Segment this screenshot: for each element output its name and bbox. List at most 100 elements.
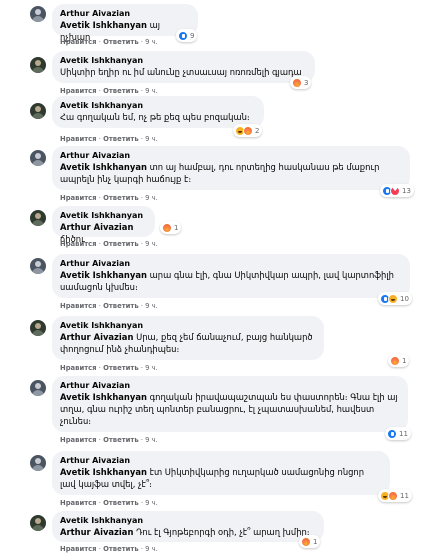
comment-author[interactable]: Avetik Ishkhanyan bbox=[60, 515, 316, 526]
angry-reaction-icon bbox=[243, 125, 253, 136]
like-link[interactable]: Нравится bbox=[60, 240, 97, 248]
reply-link[interactable]: Ответить bbox=[103, 364, 139, 372]
comment-bubble: Avetik Ishkhanyan Հա գողական եմ, ոչ թե ք… bbox=[52, 96, 264, 128]
comment-actions: Нравится · Ответить · 9 ч. bbox=[60, 240, 158, 248]
comment-time[interactable]: 9 ч. bbox=[145, 499, 158, 507]
comment-bubble: Arthur Aivazian Avetik Ishkhanyan էտ Սիկ… bbox=[52, 451, 390, 495]
comment-actions: Нравится · Ответить · 9 ч. bbox=[60, 499, 158, 507]
avatar[interactable] bbox=[30, 210, 46, 226]
avatar[interactable] bbox=[30, 6, 46, 22]
mention-link[interactable]: Arthur Aivazian bbox=[60, 527, 133, 537]
comment-author[interactable]: Arthur Aivazian bbox=[60, 455, 382, 466]
mention-link[interactable]: Arthur Aivazian bbox=[60, 222, 133, 232]
comment-bubble: Avetik Ishkhanyan Arthur Aivazian Սրա, ք… bbox=[52, 316, 324, 360]
avatar[interactable] bbox=[30, 150, 46, 166]
comment-author[interactable]: Arthur Aivazian bbox=[60, 380, 400, 391]
reaction-count: 10 bbox=[400, 294, 409, 303]
reaction-summary[interactable]: 1 bbox=[160, 221, 182, 234]
avatar[interactable] bbox=[30, 320, 46, 336]
reaction-summary[interactable]: 2 bbox=[233, 124, 263, 137]
avatar[interactable] bbox=[30, 455, 46, 471]
comment-bubble: Avetik Ishkhanyan Arthur Aivazian Դու էլ… bbox=[52, 511, 324, 542]
comment-text: Հա գողական եմ, ոչ թե քեզ պես բոզական։ bbox=[60, 112, 250, 122]
reaction-count: 1 bbox=[402, 356, 407, 365]
comment-bubble: Arthur Aivazian Avetik Ishkhanyan գողակա… bbox=[52, 376, 408, 432]
comment-time[interactable]: 9 ч. bbox=[145, 38, 158, 46]
comment-actions: Нравится · Ответить · 9 ч. bbox=[60, 135, 158, 143]
like-link[interactable]: Нравится bbox=[60, 135, 97, 143]
mention-link[interactable]: Arthur Aivazian bbox=[60, 332, 133, 342]
avatar[interactable] bbox=[30, 57, 46, 73]
comment-author[interactable]: Arthur Aivazian bbox=[60, 8, 190, 19]
like-link[interactable]: Нравится bbox=[60, 38, 97, 46]
comment-author[interactable]: Avetik Ishkhanyan bbox=[60, 320, 316, 331]
mention-link[interactable]: Avetik Ishkhanyan bbox=[60, 270, 147, 280]
comment-text: Avetik Ishkhanyan էտ Սիկտիվկարից ուղարկա… bbox=[60, 467, 365, 489]
comment-time[interactable]: 9 ч. bbox=[145, 87, 158, 95]
reply-link[interactable]: Ответить bbox=[103, 240, 139, 248]
reply-link[interactable]: Ответить bbox=[103, 302, 139, 310]
like-link[interactable]: Нравится bbox=[60, 194, 97, 202]
like-link[interactable]: Нравится bbox=[60, 302, 97, 310]
comment-actions: Нравится · Ответить · 9 ч. bbox=[60, 87, 158, 95]
comment-time[interactable]: 9 ч. bbox=[145, 135, 158, 143]
reaction-summary[interactable]: 1 bbox=[388, 354, 410, 367]
avatar[interactable] bbox=[30, 380, 46, 396]
like-link[interactable]: Нравится bbox=[60, 436, 97, 444]
mention-link[interactable]: Avetik Ishkhanyan bbox=[60, 467, 147, 477]
angry-reaction-icon bbox=[301, 536, 311, 547]
love-reaction-icon bbox=[390, 185, 400, 196]
comment-text: Avetik Ishkhanyan գողական իրավապաշտպան ե… bbox=[60, 392, 398, 426]
reaction-summary[interactable]: 3 bbox=[290, 76, 312, 89]
reply-link[interactable]: Ответить bbox=[103, 436, 139, 444]
reply-link[interactable]: Ответить bbox=[103, 135, 139, 143]
reply-link[interactable]: Ответить bbox=[103, 545, 139, 553]
comment-author[interactable]: Arthur Aivazian bbox=[60, 150, 402, 161]
comment-time[interactable]: 9 ч. bbox=[145, 194, 158, 202]
comment-bubble: Arthur Aivazian Avetik Ishkhanyan արա գն… bbox=[52, 254, 410, 298]
avatar[interactable] bbox=[30, 258, 46, 274]
like-reaction-icon bbox=[387, 428, 397, 439]
reaction-count: 11 bbox=[399, 429, 408, 438]
reaction-summary[interactable]: 11 bbox=[378, 489, 412, 502]
reaction-count: 13 bbox=[402, 186, 411, 195]
reply-link[interactable]: Ответить bbox=[103, 499, 139, 507]
mention-link[interactable]: Avetik Ishkhanyan bbox=[60, 20, 147, 30]
comment-text: Avetik Ishkhanyan արա գնա էլի, գնա Սիկտի… bbox=[60, 270, 394, 292]
comment-author[interactable]: Avetik Ishkhanyan bbox=[60, 100, 256, 111]
haha-reaction-icon bbox=[388, 293, 398, 304]
comment-time[interactable]: 9 ч. bbox=[145, 545, 158, 553]
like-link[interactable]: Нравится bbox=[60, 87, 97, 95]
like-link[interactable]: Нравится bbox=[60, 364, 97, 372]
reaction-count: 11 bbox=[400, 491, 409, 500]
comment-author[interactable]: Avetik Ishkhanyan bbox=[60, 55, 307, 66]
comment-time[interactable]: 9 ч. bbox=[145, 302, 158, 310]
comment-actions: Нравится · Ответить · 9 ч. bbox=[60, 194, 158, 202]
avatar[interactable] bbox=[30, 103, 46, 119]
comment-author[interactable]: Avetik Ishkhanyan bbox=[60, 210, 147, 221]
reaction-summary[interactable]: 11 bbox=[385, 427, 411, 440]
reaction-summary[interactable]: 13 bbox=[380, 184, 414, 197]
comment-time[interactable]: 9 ч. bbox=[145, 364, 158, 372]
reaction-summary[interactable]: 10 bbox=[378, 292, 412, 305]
comment-actions: Нравится · Ответить · 9 ч. bbox=[60, 364, 158, 372]
reply-link[interactable]: Ответить bbox=[103, 194, 139, 202]
like-link[interactable]: Нравится bbox=[60, 499, 97, 507]
reaction-summary[interactable]: 1 bbox=[299, 535, 321, 548]
reply-link[interactable]: Ответить bbox=[103, 38, 139, 46]
comment-author[interactable]: Arthur Aivazian bbox=[60, 258, 402, 269]
mention-link[interactable]: Avetik Ishkhanyan bbox=[60, 392, 147, 402]
comment-text: Arthur Aivazian Դու էլ Գյոթեբորգի օդի, չ… bbox=[60, 527, 310, 537]
angry-reaction-icon bbox=[162, 222, 172, 233]
comment-time[interactable]: 9 ч. bbox=[145, 436, 158, 444]
reply-link[interactable]: Ответить bbox=[103, 87, 139, 95]
comment-time[interactable]: 9 ч. bbox=[145, 240, 158, 248]
reaction-count: 3 bbox=[304, 78, 309, 87]
reaction-summary[interactable]: 9 bbox=[176, 29, 198, 42]
like-link[interactable]: Нравится bbox=[60, 545, 97, 553]
avatar[interactable] bbox=[30, 515, 46, 531]
mention-link[interactable]: Avetik Ishkhanyan bbox=[60, 162, 147, 172]
reaction-count: 2 bbox=[255, 126, 260, 135]
comment-actions: Нравится · Ответить · 9 ч. bbox=[60, 38, 158, 46]
angry-reaction-icon bbox=[292, 77, 302, 88]
